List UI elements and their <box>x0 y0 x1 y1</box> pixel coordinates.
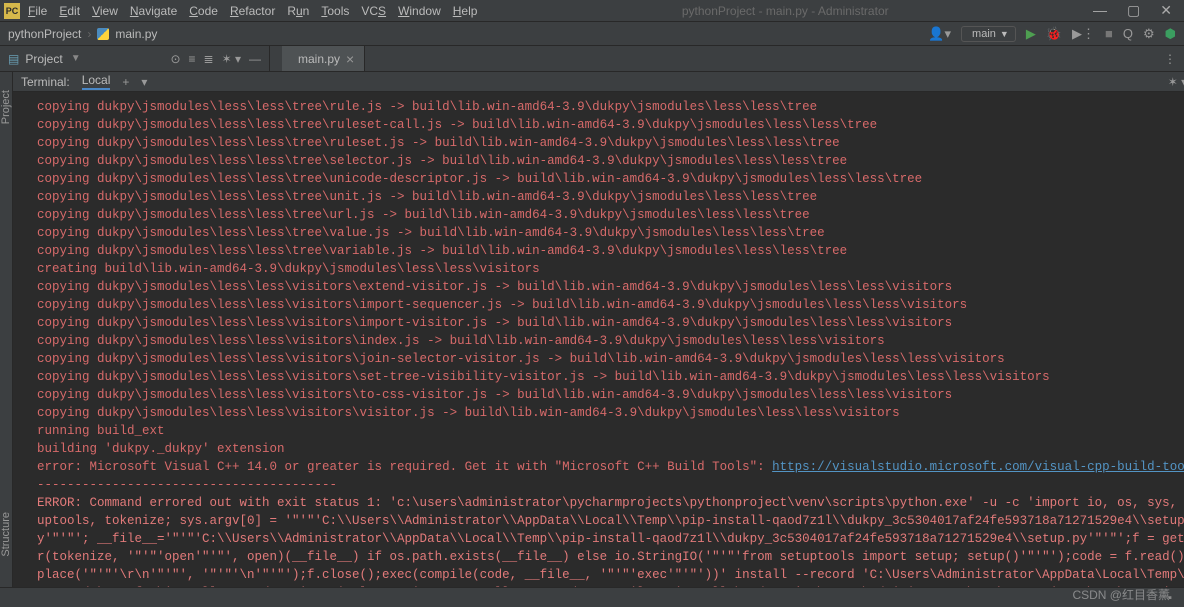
window-title: pythonProject - main.py - Administrator <box>477 4 1093 18</box>
status-square-icon: ▪ <box>1168 592 1172 604</box>
collapse-all-icon[interactable]: ≣ <box>204 52 214 66</box>
close-tab-icon[interactable]: × <box>346 51 354 67</box>
chevron-down-icon: ▼ <box>1000 29 1009 39</box>
terminal-gear-icon[interactable]: ✶ ▾ <box>1168 75 1184 89</box>
gear-icon[interactable]: ⚙ <box>1143 26 1155 42</box>
stop-icon[interactable]: ■ <box>1105 26 1113 41</box>
build-tools-link[interactable]: https://visualstudio.microsoft.com/visua… <box>772 460 1184 474</box>
menu-navigate[interactable]: Navigate <box>130 4 177 18</box>
menu-window[interactable]: Window <box>398 4 441 18</box>
breadcrumb-bar: pythonProject › main.py 👤▾ main ▼ ▶ 🐞 ▶⋮… <box>0 22 1184 46</box>
maximize-icon[interactable]: ▢ <box>1127 2 1140 19</box>
menu-view[interactable]: View <box>92 4 118 18</box>
menu-edit[interactable]: Edit <box>59 4 80 18</box>
run-config-name: main <box>972 28 996 40</box>
chevron-down-icon: ▼ <box>71 53 81 64</box>
menu-file[interactable]: File <box>28 4 47 18</box>
terminal-tab-local[interactable]: Local <box>82 73 111 90</box>
breadcrumb-file[interactable]: main.py <box>115 27 157 41</box>
tab-bar: ▤ Project ▼ ⊙ ≡ ≣ ✶ ▾ — main.py × ⋮ <box>0 46 1184 72</box>
hide-icon[interactable]: — <box>249 52 261 66</box>
menu-run[interactable]: Run <box>287 4 309 18</box>
project-panel-title: Project <box>25 52 62 66</box>
tab-filename: main.py <box>298 52 340 66</box>
run-coverage-icon[interactable]: ▶⋮ <box>1072 26 1095 42</box>
breadcrumb-project[interactable]: pythonProject <box>8 27 81 41</box>
python-file-icon <box>97 28 109 40</box>
run-icon[interactable]: ▶ <box>1026 26 1036 42</box>
project-icon: ▤ <box>8 52 19 66</box>
add-user-icon[interactable]: 👤▾ <box>928 26 951 42</box>
status-bar: ▪ <box>0 587 1184 607</box>
menu-vcs[interactable]: VCS <box>361 4 386 18</box>
debug-icon[interactable]: 🐞 <box>1046 26 1062 42</box>
menu-help[interactable]: Help <box>453 4 478 18</box>
menu-tools[interactable]: Tools <box>321 4 349 18</box>
more-icon[interactable]: ⋮ <box>1164 52 1176 66</box>
app-logo: PC <box>4 3 20 19</box>
sidebar-tab-project[interactable]: Project <box>0 90 12 124</box>
titlebar: PC File Edit View Navigate Code Refactor… <box>0 0 1184 22</box>
search-icon[interactable]: Q <box>1123 26 1133 41</box>
left-sidebar: Project Structure <box>0 72 13 587</box>
expand-all-icon[interactable]: ≡ <box>189 52 196 66</box>
select-opened-file-icon[interactable]: ⊙ <box>170 52 180 66</box>
project-panel-header[interactable]: ▤ Project ▼ ⊙ ≡ ≣ ✶ ▾ — <box>0 46 270 71</box>
run-config-selector[interactable]: main ▼ <box>961 26 1016 42</box>
chevron-right-icon: › <box>87 27 91 41</box>
menu-refactor[interactable]: Refactor <box>230 4 275 18</box>
terminal-title: Terminal: <box>21 75 70 89</box>
terminal-output[interactable]: copying dukpy\jsmodules\less\less\tree\r… <box>13 92 1184 587</box>
minimize-icon[interactable]: — <box>1093 2 1107 19</box>
show-options-icon[interactable]: ✶ ▾ <box>222 52 241 66</box>
new-terminal-icon[interactable]: + <box>122 75 129 89</box>
code-with-me-icon[interactable]: ⬢ <box>1165 26 1176 42</box>
terminal-header: Terminal: Local + ▾ ✶ ▾ — <box>13 72 1184 92</box>
main-menu: File Edit View Navigate Code Refactor Ru… <box>28 4 477 18</box>
close-icon[interactable]: ✕ <box>1160 2 1172 19</box>
editor-tab-main[interactable]: main.py × <box>282 46 365 71</box>
menu-code[interactable]: Code <box>189 4 218 18</box>
terminal-dropdown-icon[interactable]: ▾ <box>141 75 147 89</box>
sidebar-tab-structure[interactable]: Structure <box>0 512 12 557</box>
